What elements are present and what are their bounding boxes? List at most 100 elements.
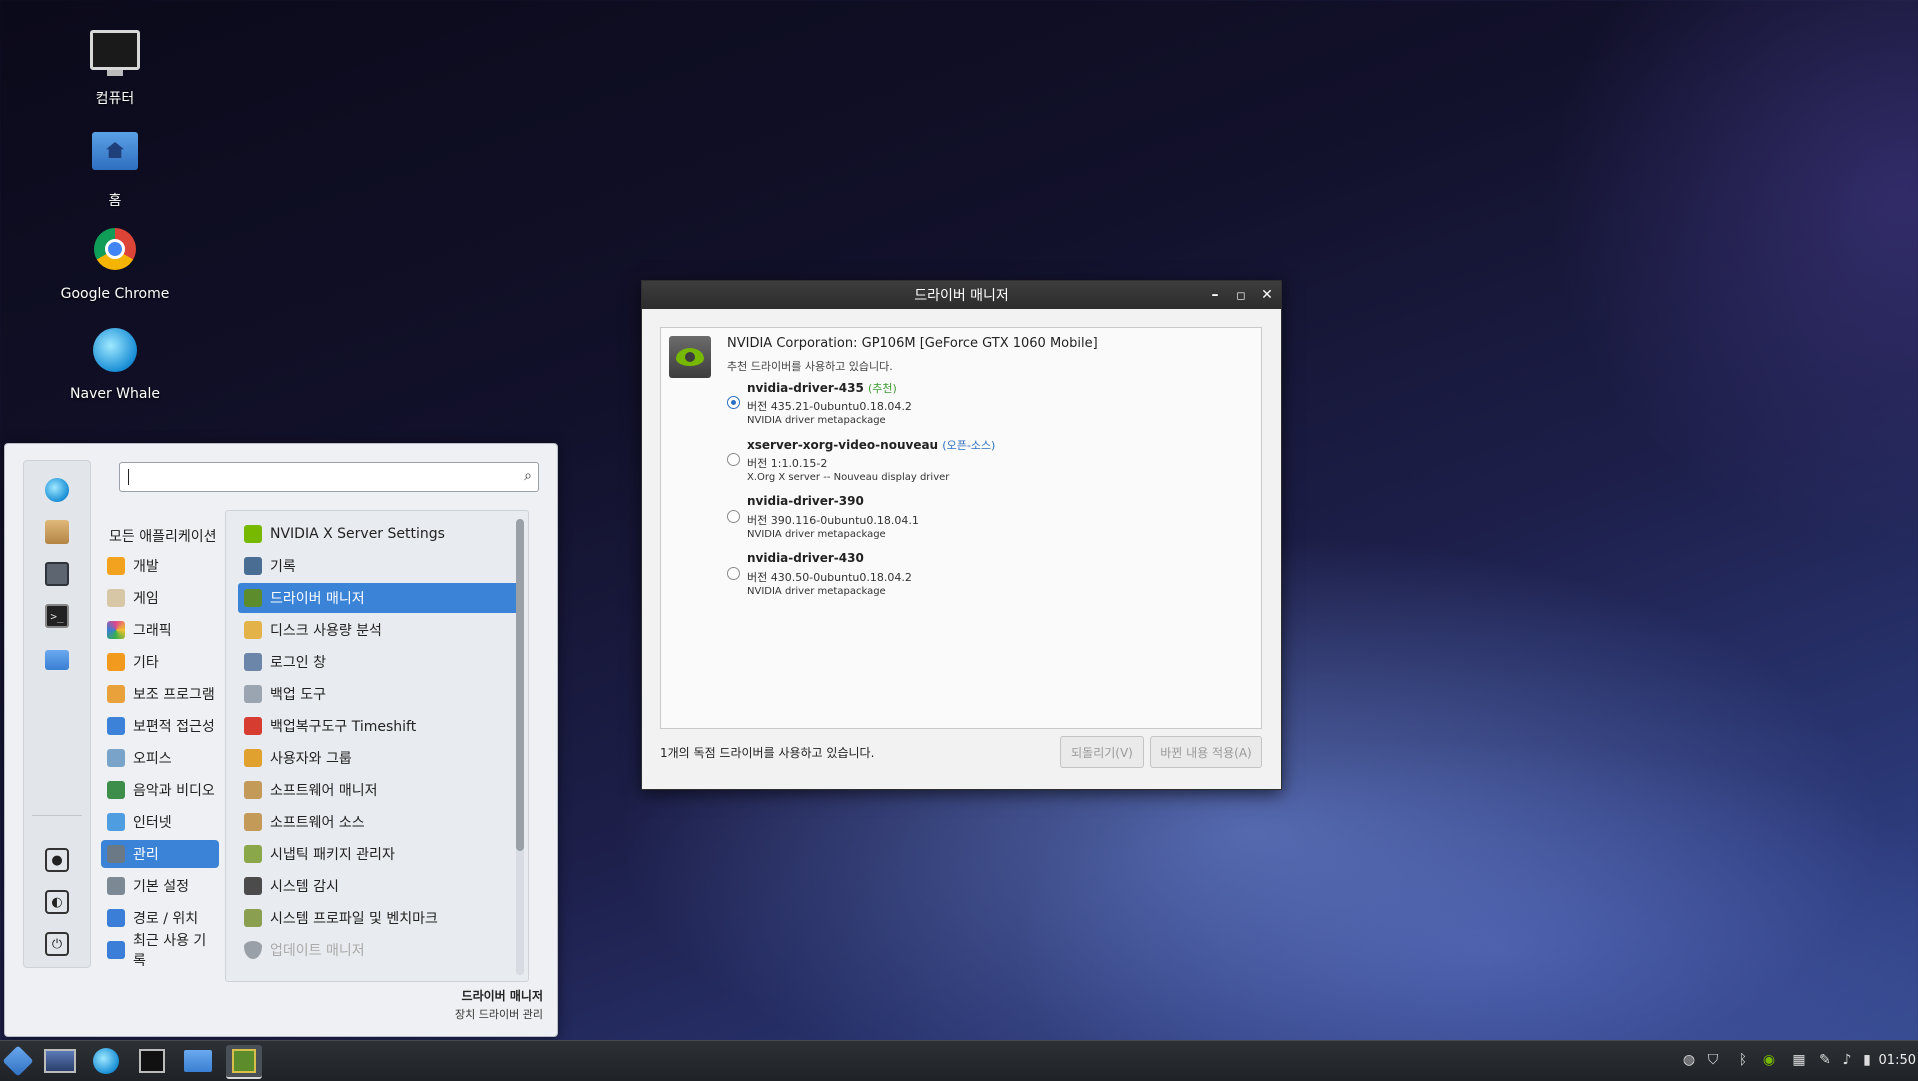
fav-whale[interactable]: [42, 475, 72, 505]
nvidia-icon[interactable]: ◉: [1760, 1051, 1778, 1069]
driver-manager-icon: [244, 589, 262, 607]
package-icon: [244, 781, 262, 799]
radio-button[interactable]: [727, 510, 740, 523]
desktop-icon: [44, 1049, 76, 1073]
radio-button[interactable]: [727, 567, 740, 580]
app-software-sources[interactable]: 소프트웨어 소스: [238, 807, 520, 837]
device-note: 추천 드라이버를 사용하고 있습니다.: [727, 360, 893, 373]
battery-icon[interactable]: ▮: [1858, 1051, 1876, 1069]
favorites-sidebar: >_ ● ◐ ⏻: [23, 460, 91, 968]
category-graphics[interactable]: 그래픽: [101, 616, 219, 644]
fav-terminal[interactable]: >_: [42, 601, 72, 631]
app-disk-usage[interactable]: 디스크 사용량 분석: [238, 615, 520, 645]
app-system-profiler[interactable]: 시스템 프로파일 및 벤치마크: [238, 903, 520, 933]
taskbar-terminal[interactable]: [134, 1045, 170, 1077]
radio-button[interactable]: [727, 453, 740, 466]
category-label: 기본 설정: [133, 879, 189, 895]
clock[interactable]: 01:50: [1879, 1053, 1916, 1068]
category-office[interactable]: 오피스: [101, 744, 219, 772]
synaptic-icon: [244, 845, 262, 863]
volume-icon[interactable]: ♪: [1838, 1051, 1856, 1069]
driver-package: NVIDIA driver metapackage: [747, 415, 886, 426]
category-administration[interactable]: 관리: [101, 840, 219, 868]
category-accessibility[interactable]: 보편적 접근성: [101, 712, 219, 740]
apply-button[interactable]: 바뀐 내용 적용(A): [1150, 736, 1262, 768]
category-places[interactable]: 경로 / 위치: [101, 904, 219, 932]
chrome-icon: [89, 228, 141, 280]
internet-icon: [107, 813, 125, 831]
keyboard-icon[interactable]: ▦: [1790, 1051, 1808, 1069]
recent-icon: [107, 941, 125, 959]
app-software-manager[interactable]: 소프트웨어 매니저: [238, 775, 520, 805]
app-backup-tool[interactable]: 백업 도구: [238, 679, 520, 709]
fav-software-manager[interactable]: [42, 517, 72, 547]
fav-files[interactable]: [42, 645, 72, 675]
close-button[interactable]: ✕: [1257, 285, 1277, 305]
app-nvidia-settings[interactable]: NVIDIA X Server Settings: [238, 519, 520, 549]
other-icon: [107, 653, 125, 671]
desktop-icon-computer[interactable]: 컴퓨터: [50, 24, 180, 108]
taskbar-driver-manager[interactable]: [226, 1045, 262, 1079]
folder-icon: [107, 909, 125, 927]
device-name: NVIDIA Corporation: GP106M [GeForce GTX …: [727, 336, 1098, 351]
app-list-scrollbar[interactable]: [516, 519, 524, 975]
search-input[interactable]: ⌕: [119, 462, 539, 492]
radio-button[interactable]: [727, 396, 740, 409]
multimedia-icon: [107, 781, 125, 799]
app-users-groups[interactable]: 사용자와 그룹: [238, 743, 520, 773]
revert-button[interactable]: 되돌리기(V): [1060, 736, 1144, 768]
app-update-manager[interactable]: 업데이트 매니저: [238, 935, 520, 965]
category-multimedia[interactable]: 음악과 비디오: [101, 776, 219, 804]
show-desktop-button[interactable]: [42, 1045, 78, 1077]
shutdown-button[interactable]: ⏻: [42, 929, 72, 959]
category-other[interactable]: 기타: [101, 648, 219, 676]
category-preferences[interactable]: 기본 설정: [101, 872, 219, 900]
category-internet[interactable]: 인터넷: [101, 808, 219, 836]
driver-package: X.Org X server -- Nouveau display driver: [747, 472, 950, 483]
whale-icon: [93, 1048, 119, 1074]
app-logs[interactable]: 기록: [238, 551, 520, 581]
menu-icon: [2, 1045, 34, 1077]
app-login-window[interactable]: 로그인 창: [238, 647, 520, 677]
logout-button[interactable]: ◐: [42, 887, 72, 917]
window-title: 드라이버 매니저: [914, 288, 1009, 304]
window-titlebar[interactable]: 드라이버 매니저 – ◻ ✕: [642, 281, 1281, 309]
app-label: 로그인 창: [270, 655, 326, 671]
app-timeshift[interactable]: 백업복구도구 Timeshift: [238, 711, 520, 741]
app-driver-manager[interactable]: 드라이버 매니저: [238, 583, 520, 613]
lock-screen-button[interactable]: ●: [42, 845, 72, 875]
taskbar-whale[interactable]: [88, 1045, 124, 1077]
terminal-icon: [139, 1049, 165, 1073]
app-label: 디스크 사용량 분석: [270, 623, 382, 639]
app-label: NVIDIA X Server Settings: [270, 526, 445, 542]
app-system-monitor[interactable]: 시스템 감시: [238, 871, 520, 901]
category-accessories[interactable]: 보조 프로그램: [101, 680, 219, 708]
app-synaptic[interactable]: 시냅틱 패키지 관리자: [238, 839, 520, 869]
category-label: 보조 프로그램: [133, 687, 215, 703]
fav-settings[interactable]: [42, 559, 72, 589]
category-label: 오피스: [133, 751, 172, 767]
folder-icon: [45, 650, 69, 670]
network-icon[interactable]: ◍: [1680, 1051, 1698, 1069]
driver-manager-window: 드라이버 매니저 – ◻ ✕ NVIDIA Corporation: GP106…: [641, 280, 1282, 790]
desktop-icon-label: Google Chrome: [60, 286, 170, 302]
shield-icon[interactable]: ⛉: [1704, 1051, 1722, 1069]
desktop-icon-whale[interactable]: Naver Whale: [50, 324, 180, 402]
category-label: 최근 사용 기록: [133, 933, 207, 969]
category-recent[interactable]: 최근 사용 기록: [101, 933, 219, 969]
menu-button[interactable]: [0, 1045, 36, 1077]
minimize-button[interactable]: –: [1205, 285, 1225, 305]
desktop-icon-home[interactable]: 홈: [50, 124, 180, 210]
shield-icon: [244, 941, 262, 959]
app-label: 소프트웨어 매니저: [270, 783, 378, 799]
category-development[interactable]: 개발: [101, 552, 219, 580]
taskbar-files[interactable]: [180, 1045, 216, 1077]
driver-version: 버전 390.116-0ubuntu0.18.04.1: [747, 514, 919, 527]
maximize-button[interactable]: ◻: [1231, 285, 1251, 305]
driver-name: nvidia-driver-430: [747, 551, 864, 565]
category-games[interactable]: 게임: [101, 584, 219, 612]
desktop-icon-chrome[interactable]: Google Chrome: [50, 224, 180, 302]
bluetooth-icon[interactable]: ᛒ: [1734, 1051, 1752, 1069]
pen-icon[interactable]: ✎: [1816, 1051, 1834, 1069]
category-all-apps[interactable]: 모든 애플리케이션: [101, 522, 227, 550]
